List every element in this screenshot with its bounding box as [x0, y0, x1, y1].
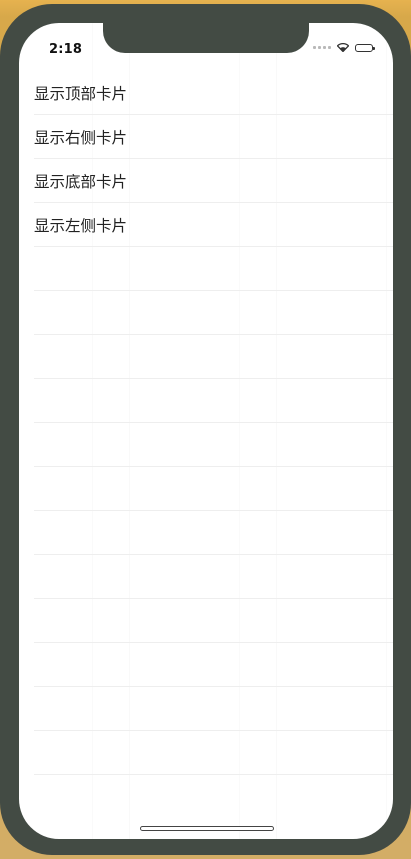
wifi-icon — [337, 43, 349, 52]
list-item-empty — [34, 687, 393, 731]
list-item-label: 显示顶部卡片 — [34, 85, 128, 103]
list-item-empty — [34, 335, 393, 379]
list-item-empty — [34, 511, 393, 555]
list-item-empty — [34, 379, 393, 423]
list-item-show-top-card[interactable]: 显示顶部卡片 — [34, 71, 393, 115]
list-item-empty — [34, 731, 393, 775]
list-item-empty — [34, 643, 393, 687]
device-frame: 2:18 显示顶部卡片 显示右侧卡片 显示底部卡片 显示左侧卡片 — [0, 4, 411, 855]
list-item-label: 显示右侧卡片 — [34, 129, 128, 147]
list-item-show-left-card[interactable]: 显示左侧卡片 — [34, 203, 393, 247]
status-time: 2:18 — [49, 42, 83, 57]
list-item-empty — [34, 291, 393, 335]
signal-icon — [313, 46, 331, 49]
status-icons — [313, 43, 375, 52]
list-item-empty — [34, 467, 393, 511]
list-item-empty — [34, 555, 393, 599]
home-indicator[interactable] — [140, 826, 274, 831]
list-item-empty — [34, 247, 393, 291]
battery-icon — [355, 43, 375, 52]
list-item-label: 显示底部卡片 — [34, 173, 128, 191]
list-item-empty — [34, 599, 393, 643]
list-item-empty — [34, 423, 393, 467]
card-menu-list: 显示顶部卡片 显示右侧卡片 显示底部卡片 显示左侧卡片 — [34, 71, 393, 775]
screen: 2:18 显示顶部卡片 显示右侧卡片 显示底部卡片 显示左侧卡片 — [19, 23, 393, 839]
notch — [103, 23, 309, 53]
list-item-show-bottom-card[interactable]: 显示底部卡片 — [34, 159, 393, 203]
list-item-show-right-card[interactable]: 显示右侧卡片 — [34, 115, 393, 159]
list-item-label: 显示左侧卡片 — [34, 217, 128, 235]
